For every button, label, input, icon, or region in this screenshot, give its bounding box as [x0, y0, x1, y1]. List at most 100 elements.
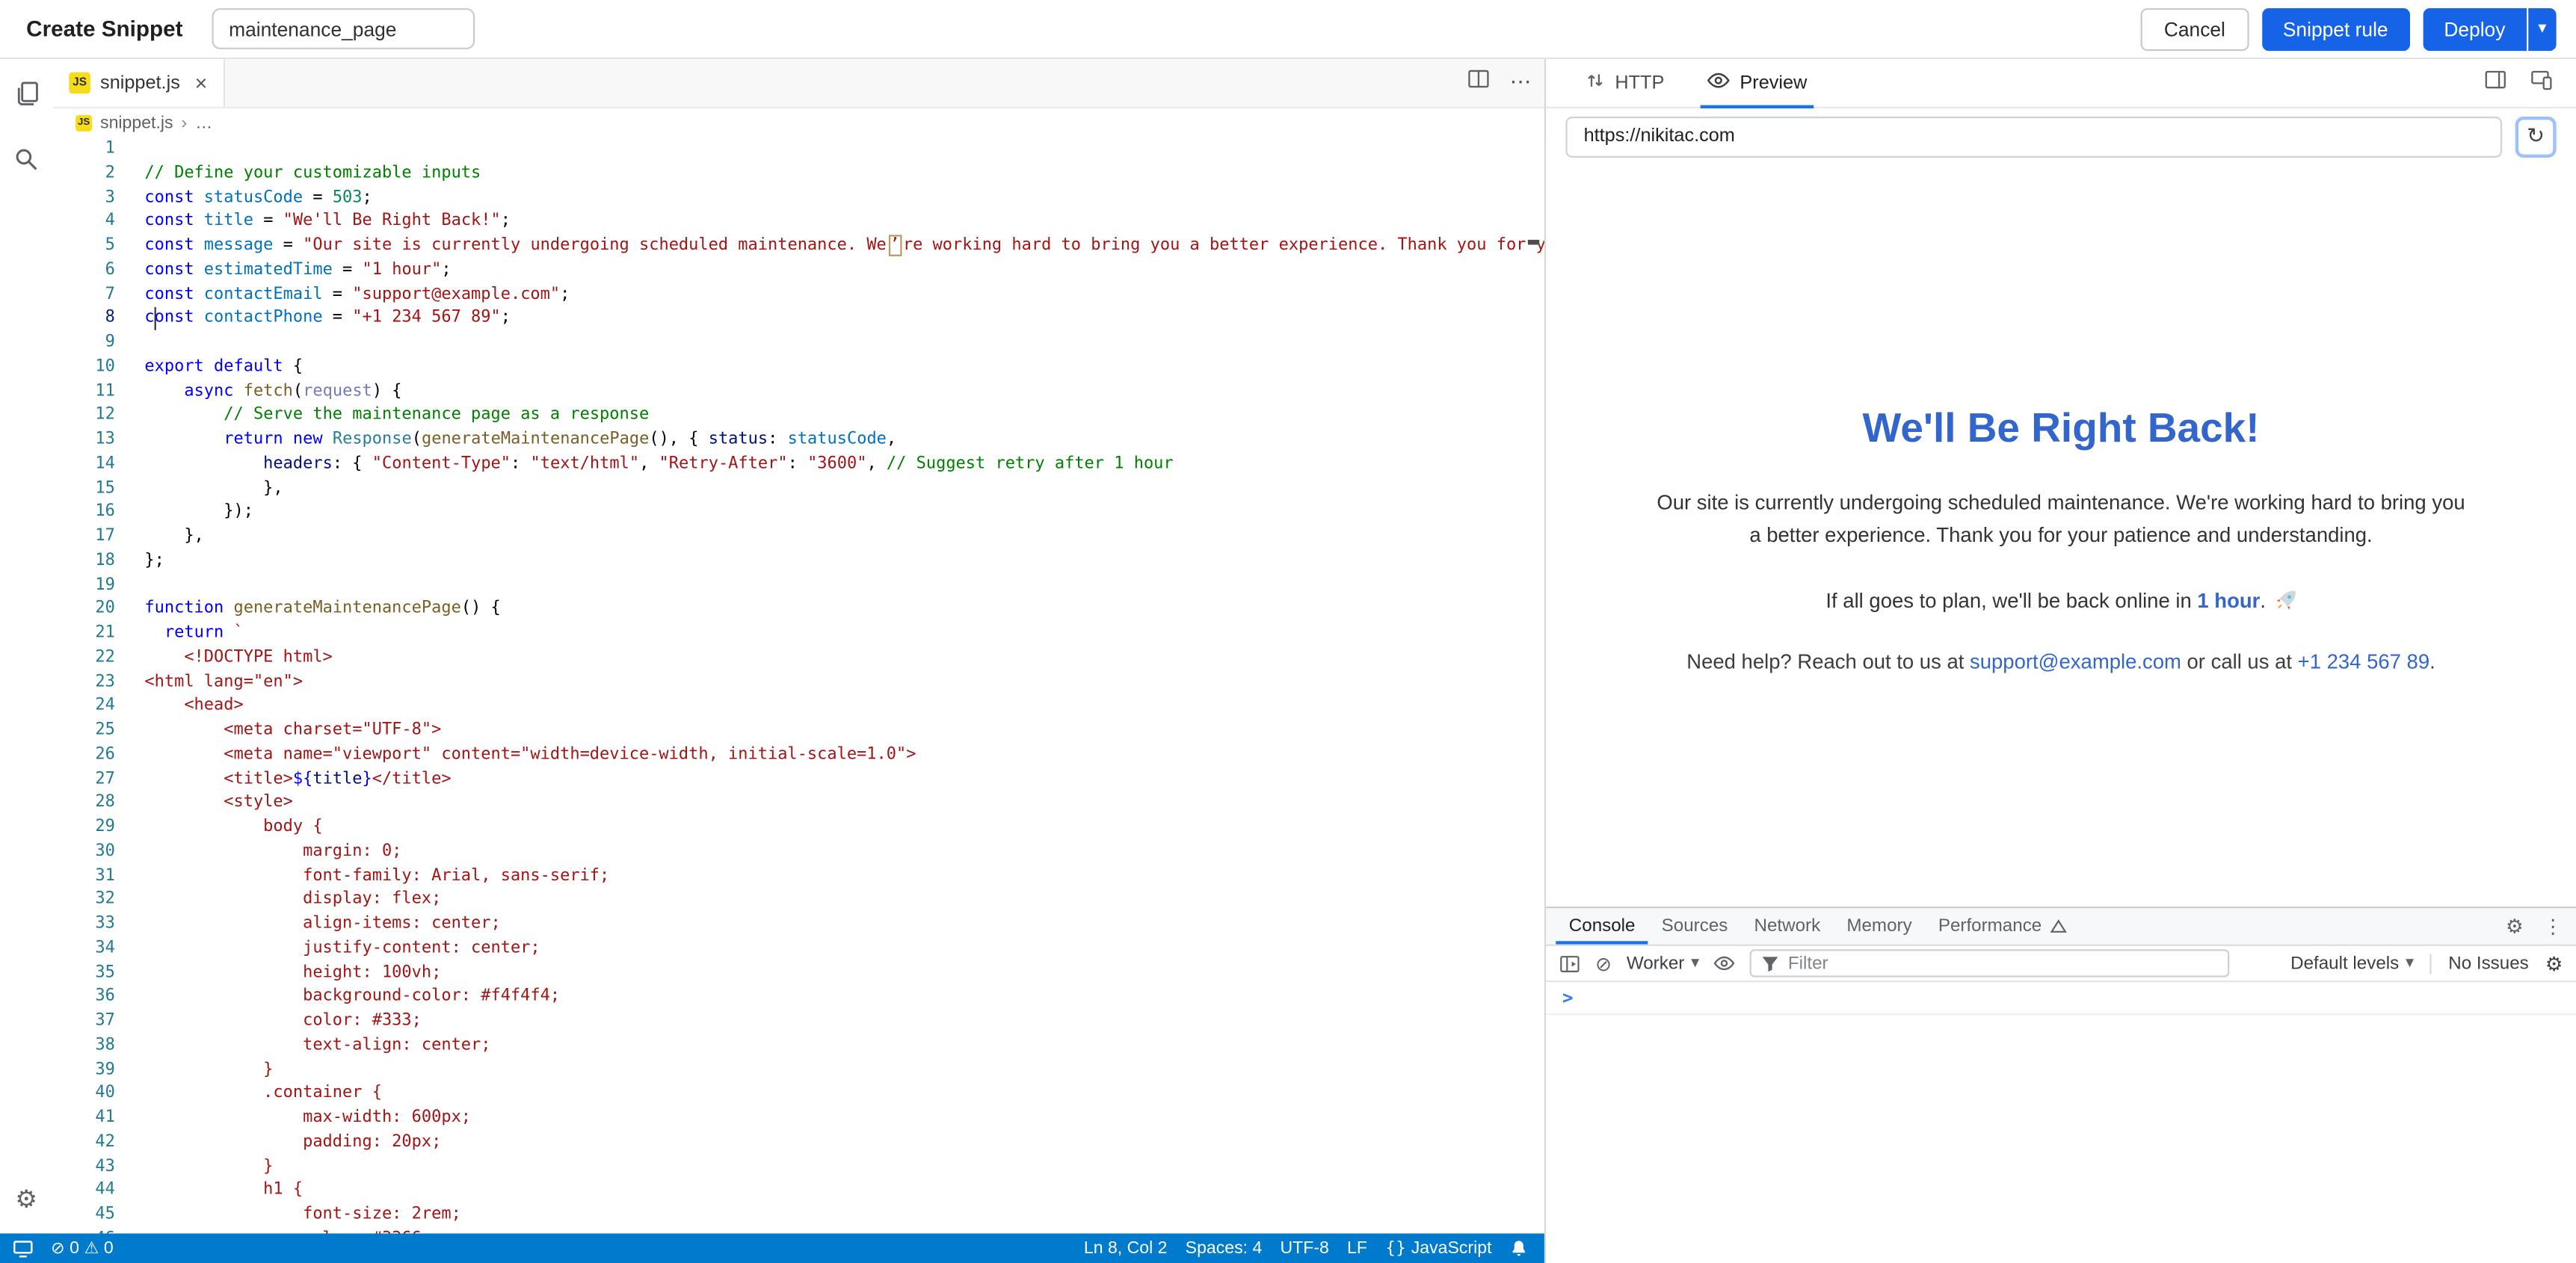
problems-indicator[interactable]: ⊘ 0 ⚠ 0 [51, 1238, 114, 1258]
kebab-menu-icon[interactable]: ⋮ [2543, 916, 2563, 936]
code-line-20[interactable]: 20function generateMaintenancePage() { [52, 599, 1544, 623]
code-editor[interactable]: 12// Define your customizable inputs3con… [52, 138, 1544, 1234]
code-line-42[interactable]: 42 padding: 20px; [52, 1131, 1544, 1155]
code-line-18[interactable]: 18}; [52, 550, 1544, 574]
more-actions-icon[interactable]: ⋯ [1510, 71, 1532, 96]
code-line-45[interactable]: 45 font-size: 2rem; [52, 1204, 1544, 1228]
code-line-9[interactable]: 9 [52, 332, 1544, 356]
console-settings-gear-icon[interactable]: ⚙ [2545, 954, 2563, 973]
code-text: <head> [115, 695, 244, 719]
close-tab-icon[interactable]: × [195, 72, 208, 94]
code-line-28[interactable]: 28 <style> [52, 792, 1544, 816]
code-line-37[interactable]: 37 color: #333; [52, 1010, 1544, 1034]
log-levels-selector[interactable]: Default levels ▾ [2290, 954, 2414, 973]
code-line-36[interactable]: 36 background-color: #f4f4f4; [52, 986, 1544, 1010]
eol-setting[interactable]: LF [1347, 1238, 1367, 1258]
code-line-46[interactable]: 46 color: #3366cc; [52, 1228, 1544, 1233]
devtools-tab-console[interactable]: Console [1556, 908, 1648, 944]
context-selector[interactable]: Worker ▾ [1627, 954, 1699, 973]
deploy-button[interactable]: Deploy [2423, 7, 2527, 50]
line-number: 6 [52, 259, 115, 283]
code-line-16[interactable]: 16 }); [52, 501, 1544, 525]
clear-console-icon[interactable]: ⊘ [1595, 952, 1612, 975]
console-input-row[interactable]: > [1546, 982, 2576, 1015]
refresh-button[interactable]: ↻ [2515, 116, 2557, 157]
code-line-4[interactable]: 4const title = "We'll Be Right Back!"; [52, 211, 1544, 235]
filter-input[interactable] [1788, 954, 2219, 973]
code-line-11[interactable]: 11 async fetch(request) { [52, 380, 1544, 404]
devtools-tab-network[interactable]: Network [1741, 908, 1834, 944]
url-input[interactable] [1565, 116, 2502, 157]
code-line-8[interactable]: 8const contactPhone = "+1 234 567 89"; [52, 308, 1544, 332]
code-line-1[interactable]: 1 [52, 138, 1544, 162]
encoding-setting[interactable]: UTF-8 [1280, 1238, 1328, 1258]
code-line-17[interactable]: 17 }, [52, 525, 1544, 549]
code-line-13[interactable]: 13 return new Response(generateMaintenan… [52, 429, 1544, 453]
live-expression-eye-icon[interactable] [1714, 954, 1736, 972]
remote-indicator-icon[interactable] [13, 1239, 33, 1257]
devtools-tab-performance[interactable]: Performance [1925, 908, 2080, 944]
line-number: 40 [52, 1083, 115, 1107]
code-line-40[interactable]: 40 .container { [52, 1083, 1544, 1107]
code-line-23[interactable]: 23<html lang="en"> [52, 671, 1544, 695]
editor-pane: ⚙ JS snippet.js × [0, 59, 1546, 1263]
code-line-26[interactable]: 26 <meta name="viewport" content="width=… [52, 744, 1544, 768]
code-line-6[interactable]: 6const estimatedTime = "1 hour"; [52, 259, 1544, 283]
code-line-5[interactable]: 5const message = "Our site is currently … [52, 235, 1544, 259]
code-text: return ` [115, 623, 244, 646]
panel-layout-icon[interactable] [2484, 68, 2507, 98]
code-line-44[interactable]: 44 h1 { [52, 1179, 1544, 1203]
console-output[interactable]: > [1546, 982, 2576, 1263]
search-icon[interactable] [13, 146, 40, 173]
devtools-settings-gear-icon[interactable]: ⚙ [2506, 916, 2524, 936]
language-mode[interactable]: {} JavaScript [1385, 1238, 1491, 1258]
console-sidebar-icon[interactable] [1559, 954, 1581, 973]
code-line-41[interactable]: 41 max-width: 600px; [52, 1107, 1544, 1131]
code-line-2[interactable]: 2// Define your customizable inputs [52, 162, 1544, 186]
device-preview-icon[interactable] [2530, 68, 2553, 98]
code-line-34[interactable]: 34 justify-content: center; [52, 937, 1544, 961]
issues-counter[interactable]: No Issues [2430, 954, 2529, 973]
code-line-29[interactable]: 29 body { [52, 816, 1544, 840]
devtools-tab-memory[interactable]: Memory [1834, 908, 1925, 944]
code-line-32[interactable]: 32 display: flex; [52, 889, 1544, 913]
code-line-7[interactable]: 7const contactEmail = "support@example.c… [52, 283, 1544, 307]
code-line-38[interactable]: 38 text-align: center; [52, 1034, 1544, 1058]
code-line-14[interactable]: 14 headers: { "Content-Type": "text/html… [52, 453, 1544, 477]
code-line-10[interactable]: 10export default { [52, 356, 1544, 380]
code-line-12[interactable]: 12 // Serve the maintenance page as a re… [52, 404, 1544, 428]
code-line-35[interactable]: 35 height: 100vh; [52, 962, 1544, 986]
code-line-19[interactable]: 19 [52, 574, 1544, 598]
code-line-30[interactable]: 30 margin: 0; [52, 841, 1544, 865]
code-line-43[interactable]: 43 } [52, 1155, 1544, 1179]
files-icon[interactable] [13, 81, 40, 107]
tab-http[interactable]: HTTP [1586, 59, 1665, 107]
line-number: 43 [52, 1155, 115, 1179]
code-line-21[interactable]: 21 return ` [52, 623, 1544, 646]
code-line-39[interactable]: 39 } [52, 1058, 1544, 1082]
code-line-27[interactable]: 27 <title>${title}</title> [52, 768, 1544, 791]
support-email-link[interactable]: support@example.com [1970, 650, 2181, 673]
code-line-3[interactable]: 3const statusCode = 503; [52, 186, 1544, 210]
split-editor-icon[interactable] [1467, 67, 1491, 99]
tab-snippet-js[interactable]: JS snippet.js × [52, 59, 225, 107]
cursor-position[interactable]: Ln 8, Col 2 [1084, 1238, 1168, 1258]
code-line-22[interactable]: 22 <!DOCTYPE html> [52, 646, 1544, 670]
breadcrumb[interactable]: JS snippet.js › … [52, 108, 1544, 138]
notifications-bell-icon[interactable] [1510, 1238, 1528, 1258]
snippet-name-input[interactable] [212, 8, 475, 49]
console-prompt[interactable]: > [1562, 987, 1574, 1009]
code-line-31[interactable]: 31 font-family: Arial, sans-serif; [52, 865, 1544, 889]
code-line-15[interactable]: 15 }, [52, 477, 1544, 501]
code-line-25[interactable]: 25 <meta charset="UTF-8"> [52, 720, 1544, 744]
settings-gear-icon[interactable]: ⚙ [15, 1185, 37, 1234]
cancel-button[interactable]: Cancel [2141, 7, 2249, 50]
code-line-33[interactable]: 33 align-items: center; [52, 913, 1544, 937]
tab-preview[interactable]: Preview [1707, 59, 1807, 107]
code-line-24[interactable]: 24 <head> [52, 695, 1544, 719]
deploy-dropdown-button[interactable]: ▾ [2528, 7, 2556, 50]
phone-link[interactable]: +1 234 567 89 [2298, 650, 2429, 673]
snippet-rule-button[interactable]: Snippet rule [2261, 7, 2409, 50]
indentation-setting[interactable]: Spaces: 4 [1186, 1238, 1263, 1258]
devtools-tab-sources[interactable]: Sources [1648, 908, 1741, 944]
